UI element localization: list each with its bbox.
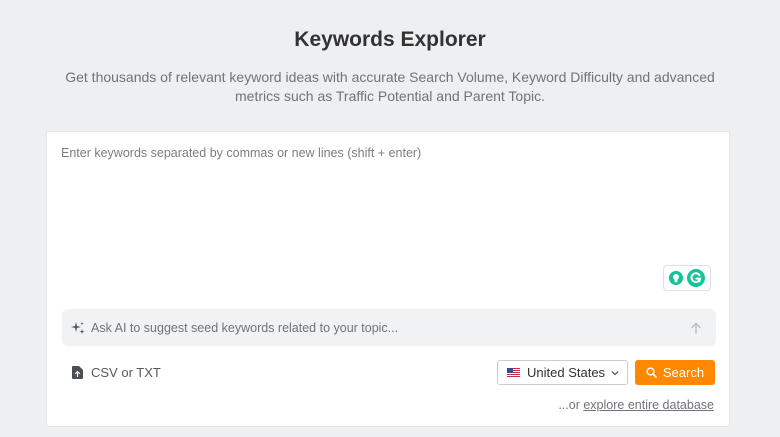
explore-database-link[interactable]: explore entire database bbox=[583, 398, 714, 412]
explore-prefix: ...or bbox=[558, 398, 584, 412]
search-button-label: Search bbox=[662, 365, 705, 380]
country-select[interactable]: United States bbox=[497, 360, 628, 385]
ai-suggest-bar[interactable] bbox=[62, 309, 716, 346]
explore-database-line: ...or explore entire database bbox=[558, 398, 714, 412]
csv-upload-label: CSV or TXT bbox=[91, 365, 161, 380]
arrow-up-icon[interactable] bbox=[690, 322, 702, 334]
us-flag-icon bbox=[507, 368, 520, 377]
search-icon bbox=[646, 367, 657, 378]
grammarly-g-icon[interactable] bbox=[687, 269, 705, 287]
csv-upload-button[interactable]: CSV or TXT bbox=[72, 365, 161, 380]
grammarly-widget[interactable] bbox=[663, 265, 711, 291]
page-title: Keywords Explorer bbox=[294, 28, 486, 51]
search-button[interactable]: Search bbox=[635, 360, 715, 385]
lightbulb-icon[interactable] bbox=[669, 271, 683, 285]
keywords-textarea[interactable] bbox=[61, 146, 711, 296]
ai-prompt-input[interactable] bbox=[91, 320, 690, 335]
country-select-value: United States bbox=[527, 365, 606, 380]
keywords-search-card: CSV or TXT United States Search ...or ex… bbox=[46, 131, 730, 427]
sparkle-icon bbox=[71, 321, 85, 334]
page-subtitle: Get thousands of relevant keyword ideas … bbox=[65, 69, 715, 104]
file-upload-icon bbox=[72, 366, 83, 379]
chevron-down-icon bbox=[611, 370, 619, 375]
